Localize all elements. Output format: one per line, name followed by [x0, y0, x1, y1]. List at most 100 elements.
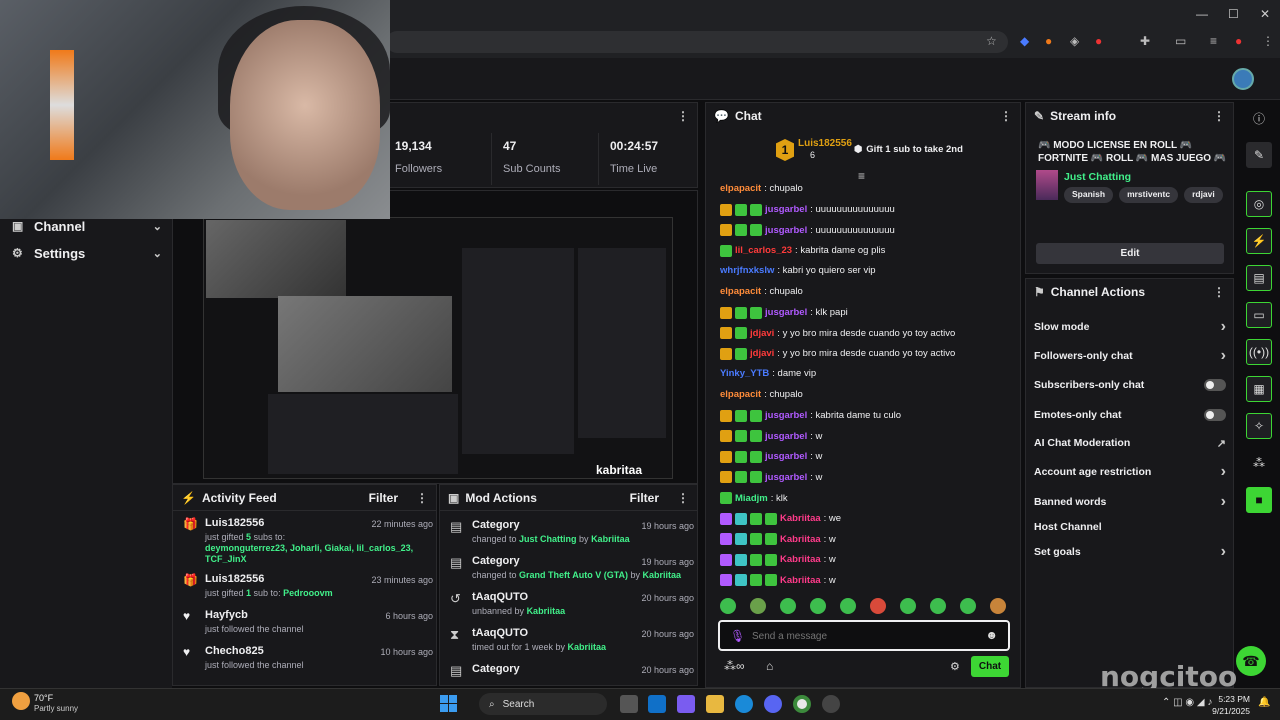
browser-menu-icon[interactable]: ⋮ — [1262, 34, 1274, 48]
emote-icon[interactable] — [960, 598, 976, 614]
chat-username[interactable]: jusgarbel — [765, 472, 807, 483]
chat-username[interactable]: jusgarbel — [765, 307, 807, 318]
stream-preview[interactable]: kabritaa — [203, 217, 673, 479]
info-icon[interactable]: ⓘ — [1246, 105, 1272, 131]
collapse-icon[interactable]: ≡ — [858, 169, 865, 183]
maximize-button[interactable]: ☐ — [1228, 7, 1239, 21]
chat-bubble-icon[interactable]: ▭ — [1246, 302, 1272, 328]
emote-icon[interactable] — [810, 598, 826, 614]
notes-icon[interactable]: ▤ — [1246, 265, 1272, 291]
chat-username[interactable]: Kabriitaa — [780, 575, 821, 586]
store-icon[interactable]: ⌂ — [766, 659, 773, 673]
close-window-button[interactable]: ✕ — [1260, 7, 1270, 21]
emote-icon[interactable] — [750, 598, 766, 614]
extension-icon[interactable]: ◈ — [1070, 34, 1079, 48]
chat-username[interactable]: jdjavi — [750, 328, 774, 339]
points-icon[interactable]: ⁂ — [1246, 450, 1272, 476]
more-options-icon[interactable]: ⋮ — [416, 491, 428, 505]
chrome-icon[interactable] — [793, 695, 811, 713]
channel-action-6[interactable]: Banned words › — [1034, 492, 1226, 512]
windows-start-icon[interactable] — [440, 695, 457, 712]
weather-temp[interactable]: 70°F — [34, 693, 53, 703]
chat-username[interactable]: Yinky_YTB — [720, 368, 769, 379]
toggle-switch[interactable] — [1204, 379, 1226, 391]
toggle-switch[interactable] — [1204, 409, 1226, 421]
emote-icon[interactable] — [870, 598, 886, 614]
bookmark-star-icon[interactable]: ☆ — [986, 34, 997, 48]
points-icon[interactable]: ⁂∞ — [724, 659, 745, 673]
edge-icon[interactable] — [735, 695, 753, 713]
tag[interactable]: rdjavi — [1184, 187, 1223, 203]
chat-username[interactable]: jusgarbel — [765, 451, 807, 462]
tag[interactable]: mrstiventc — [1119, 187, 1179, 203]
chat-username[interactable]: whrjfnxkslw — [720, 265, 774, 276]
chat-username[interactable]: Kabriitaa — [780, 513, 821, 524]
camera-icon[interactable]: ◎ — [1246, 191, 1272, 217]
emote-icon[interactable] — [990, 598, 1006, 614]
more-options-icon[interactable]: ⋮ — [677, 109, 689, 123]
chat-username[interactable]: jusgarbel — [765, 410, 807, 421]
more-options-icon[interactable]: ⋮ — [1213, 285, 1225, 299]
gift-sub-cta[interactable]: ⬢ Gift 1 sub to take 2nd — [854, 144, 963, 155]
channel-action-3[interactable]: Emotes-only chat — [1034, 405, 1226, 425]
filter-button[interactable]: Filter — [630, 491, 659, 505]
more-options-icon[interactable]: ⋮ — [1213, 109, 1225, 123]
emoji-icon[interactable]: ☻ — [985, 628, 998, 642]
lightning-icon[interactable]: ⚡ — [1246, 228, 1272, 254]
weather-desc[interactable]: Partly sunny — [34, 704, 78, 713]
minimize-button[interactable]: — — [1196, 7, 1208, 21]
chat-username[interactable]: lil_carlos_23 — [735, 245, 792, 256]
discord-icon[interactable] — [764, 695, 782, 713]
extension-icon[interactable]: ● — [1095, 34, 1102, 48]
outlook-icon[interactable] — [648, 695, 666, 713]
chat-username[interactable]: jusgarbel — [765, 225, 807, 236]
wrench-icon[interactable]: ✧ — [1246, 413, 1272, 439]
sidebar-item-settings[interactable]: ⚙ Settings ⌄ — [12, 242, 162, 264]
pencil-icon[interactable]: ✎ — [1246, 142, 1272, 168]
chat-username[interactable]: jusgarbel — [765, 204, 807, 215]
chat-username[interactable]: elpapacit — [720, 286, 761, 297]
channel-action-4[interactable]: AI Chat Moderation ↗ — [1034, 433, 1226, 453]
broadcast-icon[interactable]: ((•)) — [1246, 339, 1272, 365]
copilot-icon[interactable] — [677, 695, 695, 713]
emote-icon[interactable] — [930, 598, 946, 614]
clock-date[interactable]: 9/21/2025 — [1202, 706, 1250, 716]
address-bar[interactable] — [386, 31, 1008, 53]
leader-name[interactable]: Luis182556 — [798, 138, 852, 149]
stream-category[interactable]: Just Chatting — [1064, 171, 1131, 183]
channel-action-7[interactable]: Host Channel — [1034, 517, 1226, 537]
more-options-icon[interactable]: ⋮ — [677, 491, 689, 505]
microphone-icon[interactable]: 🎙 — [730, 629, 745, 643]
taskbar-search[interactable]: ⌕ Search — [479, 693, 607, 715]
chat-message-field[interactable] — [752, 627, 972, 645]
file-explorer-icon[interactable] — [706, 695, 724, 713]
emote-icon[interactable] — [840, 598, 856, 614]
media-icon[interactable]: ▭ — [1175, 34, 1186, 48]
emote-icon[interactable] — [900, 598, 916, 614]
channel-action-1[interactable]: Followers-only chat › — [1034, 346, 1226, 366]
support-headset-icon[interactable]: ☎ — [1236, 646, 1266, 676]
profile-icon[interactable]: ● — [1235, 34, 1242, 48]
notifications-icon[interactable]: 🔔 — [1258, 697, 1270, 708]
layout-icon[interactable]: ▦ — [1246, 376, 1272, 402]
extension-icon[interactable]: ◆ — [1020, 34, 1029, 48]
emote-icon[interactable] — [780, 598, 796, 614]
extensions-puzzle-icon[interactable]: ✚ — [1140, 34, 1150, 48]
clock-time[interactable]: 5:23 PM — [1210, 694, 1250, 704]
more-options-icon[interactable]: ⋮ — [1000, 109, 1012, 123]
edit-button[interactable]: Edit — [1036, 243, 1224, 264]
tag[interactable]: Spanish — [1064, 187, 1114, 203]
channel-action-0[interactable]: Slow mode › — [1034, 317, 1226, 337]
chat-username[interactable]: Kabriitaa — [780, 554, 821, 565]
avatar[interactable] — [1232, 68, 1254, 90]
chat-send-button[interactable]: Chat — [971, 656, 1009, 677]
filter-button[interactable]: Filter — [369, 491, 398, 505]
emote-icon[interactable] — [720, 598, 736, 614]
chat-username[interactable]: jusgarbel — [765, 431, 807, 442]
channel-action-8[interactable]: Set goals › — [1034, 542, 1226, 562]
channel-action-2[interactable]: Subscribers-only chat — [1034, 375, 1226, 395]
channel-action-5[interactable]: Account age restriction › — [1034, 462, 1226, 482]
chat-input[interactable]: 🎙 ☻ — [718, 620, 1010, 651]
chat-username[interactable]: elpapacit — [720, 389, 761, 400]
chat-username[interactable]: Miadjm — [735, 493, 768, 504]
